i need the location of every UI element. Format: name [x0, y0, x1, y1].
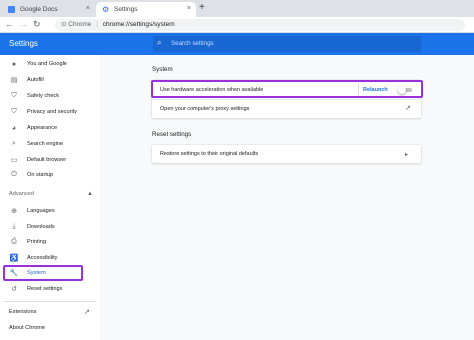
sidebar-item-label: You and Google — [27, 61, 67, 67]
power-icon: ⏻ — [11, 171, 17, 178]
system-section-title: System — [152, 66, 173, 73]
person-icon: ● — [11, 60, 17, 68]
proxy-settings-row[interactable]: Open your computer's proxy settings ↗ — [152, 100, 421, 118]
sidebar-item-label: Search engine — [27, 141, 64, 147]
sidebar-item-label: Printing — [27, 239, 46, 245]
settings-header: Settings ⌕ Search settings — [0, 33, 474, 55]
google-docs-icon — [8, 6, 15, 13]
sidebar-item-privacy-and-security[interactable]: ⛉ Privacy and security — [0, 106, 100, 118]
sidebar-item-search-engine[interactable]: ⌕ Search engine — [0, 138, 100, 150]
sidebar-item-label: Languages — [27, 208, 55, 214]
sidebar-item-label: Downloads — [27, 224, 55, 230]
back-button[interactable]: ← — [5, 19, 14, 30]
tab-settings[interactable]: ⚙ Settings × — [96, 2, 196, 17]
download-icon: ⤓ — [12, 223, 16, 230]
proxy-settings-label: Open your computer's proxy settings — [160, 106, 250, 112]
shield-icon: ⛉ — [11, 92, 17, 99]
sidebar-item-label: On startup — [27, 172, 54, 178]
settings-main: System Use hardware acceleration when av… — [100, 55, 474, 340]
restore-defaults-row[interactable]: Restore settings to their original defau… — [152, 145, 421, 163]
search-settings-field[interactable]: ⌕ Search settings — [153, 36, 421, 52]
clipboard-icon: ▤ — [10, 77, 18, 84]
gear-icon: ⚙ — [102, 5, 110, 14]
advanced-toggle[interactable]: Advanced — [9, 191, 34, 197]
sidebar-item-reset-settings[interactable]: ↺ Reset settings — [0, 283, 100, 295]
sidebar-item-languages[interactable]: ⊕ Languages — [0, 205, 100, 217]
sidebar-item-printing[interactable]: ⎙ Printing — [0, 236, 100, 248]
sidebar-divider — [4, 301, 96, 302]
browser-icon: ▭ — [10, 157, 18, 164]
origin-chip: Chrome — [68, 21, 92, 28]
sidebar-item-label: Reset settings — [27, 286, 63, 292]
page-title: Settings — [9, 39, 38, 48]
sidebar-item-label: Privacy and security — [27, 109, 78, 115]
tab-google-docs[interactable]: Google Docs × — [3, 2, 95, 17]
reset-section-title: Reset settings — [152, 131, 192, 138]
sidebar-item-appearance[interactable]: ◕ Appearance — [0, 122, 100, 134]
sidebar-item-label: Default browser — [27, 157, 67, 163]
history-icon: ↺ — [11, 286, 17, 293]
search-icon: ⌕ — [12, 140, 16, 147]
address-bar[interactable]: ⊙ Chrome | chrome://settings/system — [55, 19, 465, 31]
restore-defaults-label: Restore settings to their original defau… — [160, 151, 259, 157]
forward-button[interactable]: → — [19, 19, 28, 30]
search-icon: ⌕ — [157, 38, 162, 47]
sidebar-item-downloads[interactable]: ⤓ Downloads — [0, 221, 100, 233]
settings-sidebar: ● You and Google ▤ Autofill ⛉ Safety che… — [0, 55, 100, 340]
sidebar-item-label: Autofill — [27, 77, 44, 83]
sidebar-item-label: Accessibility — [27, 255, 58, 261]
tab-label: Settings — [114, 6, 138, 13]
tab-label: Google Docs — [20, 6, 58, 13]
globe-icon: ⊕ — [11, 208, 17, 215]
sidebar-item-about-chrome[interactable]: About Chrome — [9, 325, 45, 331]
chevron-right-icon[interactable]: ▸ — [405, 151, 408, 158]
sidebar-item-label: Appearance — [27, 125, 58, 131]
hardware-acceleration-highlight-box — [151, 80, 423, 98]
sidebar-item-extensions[interactable]: Extensions — [9, 309, 36, 315]
external-link-icon[interactable]: ↗ — [405, 104, 411, 112]
accessibility-icon: ♿ — [9, 255, 19, 262]
sidebar-item-default-browser[interactable]: ▭ Default browser — [0, 154, 100, 166]
chevron-up-icon[interactable]: ▲ — [87, 191, 93, 197]
close-tab-icon[interactable]: × — [187, 5, 191, 12]
sidebar-item-accessibility[interactable]: ♿ Accessibility — [0, 252, 100, 264]
sidebar-item-autofill[interactable]: ▤ Autofill — [0, 74, 100, 86]
sidebar-item-you-and-google[interactable]: ● You and Google — [0, 58, 100, 70]
new-tab-button[interactable]: + — [199, 2, 205, 13]
palette-icon: ◕ — [11, 124, 17, 132]
sidebar-item-label: Safety check — [27, 93, 60, 99]
omnibox-separator: | — [96, 21, 98, 28]
sidebar-item-safety-check[interactable]: ⛉ Safety check — [0, 90, 100, 102]
external-link-icon[interactable]: ↗ — [84, 308, 90, 316]
shield-lock-icon: ⛉ — [11, 108, 17, 115]
close-tab-icon[interactable]: × — [86, 5, 90, 12]
browser-toolbar: ← → ↻ ⊙ Chrome | chrome://settings/syste… — [0, 17, 474, 33]
tab-strip: Google Docs × ⚙ Settings × + — [0, 0, 474, 17]
search-placeholder: Search settings — [171, 40, 214, 47]
system-highlight-box — [3, 265, 83, 281]
reset-card: Restore settings to their original defau… — [152, 145, 421, 163]
url-text: chrome://settings/system — [102, 21, 175, 28]
printer-icon: ⎙ — [11, 238, 17, 245]
sidebar-item-on-startup[interactable]: ⏻ On startup — [0, 169, 100, 181]
reload-button[interactable]: ↻ — [33, 19, 41, 30]
site-info-icon[interactable]: ⊙ — [61, 21, 66, 28]
